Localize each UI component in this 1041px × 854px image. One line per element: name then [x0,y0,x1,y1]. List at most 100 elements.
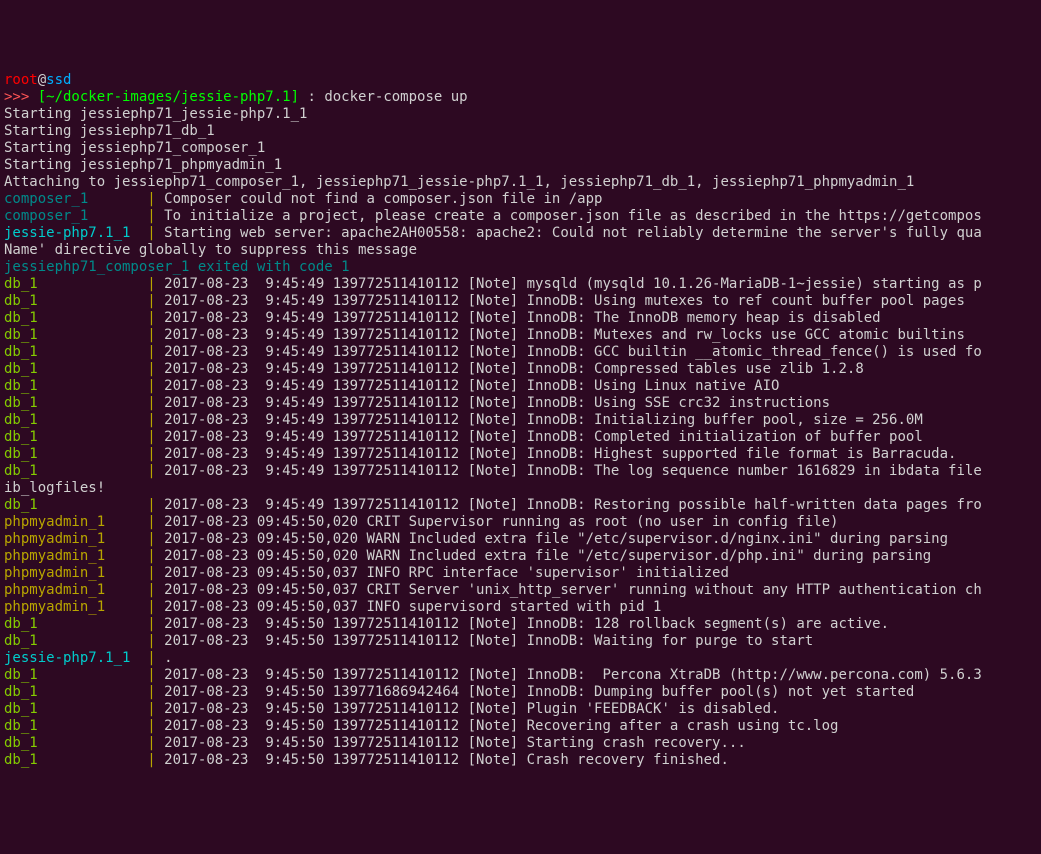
pipe-separator: | [147,276,155,292]
startup-line: Starting jessiephp71_jessie-php7.1_1 [4,106,307,122]
terminal-line: db_1 | 2017-08-23 9:45:49 13977251141011… [4,310,1037,327]
service-name: db_1 [4,463,147,479]
pipe-separator: | [147,701,155,717]
service-name: db_1 [4,701,147,717]
service-name: db_1 [4,378,147,394]
startup-line: Starting jessiephp71_phpmyadmin_1 [4,157,282,173]
terminal-line: phpmyadmin_1 | 2017-08-23 09:45:50,037 I… [4,599,1037,616]
terminal-line: db_1 | 2017-08-23 9:45:49 13977251141011… [4,276,1037,293]
pipe-separator: | [147,378,155,394]
pipe-separator: | [147,735,155,751]
log-message: 2017-08-23 9:45:50 139771686942464 [Note… [164,684,914,700]
service-name: db_1 [4,446,147,462]
log-message: 2017-08-23 9:45:50 139772511410112 [Note… [164,752,729,768]
log-message: 2017-08-23 09:45:50,037 INFO RPC interfa… [164,565,729,581]
terminal-line: db_1 | 2017-08-23 9:45:49 13977251141011… [4,429,1037,446]
terminal-line: db_1 | 2017-08-23 9:45:49 13977251141011… [4,293,1037,310]
log-message: Starting web server: apache2AH00558: apa… [164,225,982,241]
terminal-line: db_1 | 2017-08-23 9:45:49 13977251141011… [4,497,1037,514]
command-input[interactable]: docker-compose up [324,89,467,105]
pipe-separator: | [147,497,155,513]
pipe-separator: | [147,344,155,360]
log-message: 2017-08-23 9:45:50 139772511410112 [Note… [164,616,889,632]
pipe-separator: | [147,191,155,207]
log-message: 2017-08-23 9:45:49 139772511410112 [Note… [164,293,965,309]
pipe-separator: | [147,684,155,700]
terminal-line: Starting jessiephp71_composer_1 [4,140,1037,157]
log-continuation: ib_logfiles! [4,480,105,496]
terminal-line: db_1 | 2017-08-23 9:45:49 13977251141011… [4,446,1037,463]
service-name: db_1 [4,344,147,360]
service-name: db_1 [4,616,147,632]
log-message: 2017-08-23 9:45:50 139772511410112 [Note… [164,667,982,683]
log-message: . [164,650,172,666]
terminal-line: phpmyadmin_1 | 2017-08-23 09:45:50,020 W… [4,531,1037,548]
service-name: phpmyadmin_1 [4,514,147,530]
terminal-line: db_1 | 2017-08-23 9:45:50 13977251141011… [4,633,1037,650]
terminal-line: Attaching to jessiephp71_composer_1, jes… [4,174,1037,191]
terminal-line: db_1 | 2017-08-23 9:45:49 13977251141011… [4,463,1037,480]
pipe-separator: | [147,225,155,241]
log-message: 2017-08-23 9:45:50 139772511410112 [Note… [164,701,779,717]
terminal-line: composer_1 | Composer could not find a c… [4,191,1037,208]
service-name: db_1 [4,718,147,734]
log-message: 2017-08-23 9:45:49 139772511410112 [Note… [164,412,923,428]
pipe-separator: | [147,208,155,224]
terminal-line: Name' directive globally to suppress thi… [4,242,1037,259]
terminal-line: db_1 | 2017-08-23 9:45:49 13977251141011… [4,344,1037,361]
terminal-line: phpmyadmin_1 | 2017-08-23 09:45:50,037 I… [4,565,1037,582]
terminal-line: jessie-php7.1_1 | Starting web server: a… [4,225,1037,242]
log-message: 2017-08-23 9:45:49 139772511410112 [Note… [164,361,864,377]
log-message: 2017-08-23 9:45:50 139772511410112 [Note… [164,633,813,649]
terminal-output[interactable]: root@ssd >>> [~/docker-images/jessie-php… [4,72,1037,769]
terminal-line: db_1 | 2017-08-23 9:45:49 13977251141011… [4,412,1037,429]
log-message: 2017-08-23 9:45:49 139772511410112 [Note… [164,276,982,292]
service-name: db_1 [4,667,147,683]
log-message: 2017-08-23 9:45:49 139772511410112 [Note… [164,463,982,479]
service-name: db_1 [4,752,147,768]
service-name: db_1 [4,684,147,700]
terminal-line: composer_1 | To initialize a project, pl… [4,208,1037,225]
log-message: 2017-08-23 09:45:50,037 CRIT Server 'uni… [164,582,982,598]
terminal-line: db_1 | 2017-08-23 9:45:50 13977251141011… [4,718,1037,735]
terminal-line: Starting jessiephp71_jessie-php7.1_1 [4,106,1037,123]
terminal-line: db_1 | 2017-08-23 9:45:50 13977168694246… [4,684,1037,701]
service-name: phpmyadmin_1 [4,548,147,564]
pipe-separator: | [147,327,155,343]
terminal-line: phpmyadmin_1 | 2017-08-23 09:45:50,020 W… [4,548,1037,565]
service-name: db_1 [4,395,147,411]
service-name: db_1 [4,497,147,513]
exit-status-line: jessiephp71_composer_1 exited with code … [4,259,350,275]
pipe-separator: | [147,667,155,683]
pipe-separator: | [147,582,155,598]
service-name: db_1 [4,310,147,326]
pipe-separator: | [147,293,155,309]
service-name: db_1 [4,412,147,428]
terminal-line: db_1 | 2017-08-23 9:45:50 13977251141011… [4,667,1037,684]
prompt-path: [~/docker-images/jessie-php7.1] [38,89,299,105]
startup-line: Starting jessiephp71_db_1 [4,123,215,139]
pipe-separator: | [147,548,155,564]
service-name: db_1 [4,276,147,292]
log-message: 2017-08-23 09:45:50,020 CRIT Supervisor … [164,514,838,530]
service-name: phpmyadmin_1 [4,599,147,615]
terminal-line: db_1 | 2017-08-23 9:45:49 13977251141011… [4,327,1037,344]
pipe-separator: | [147,599,155,615]
pipe-separator: | [147,412,155,428]
pipe-separator: | [147,395,155,411]
pipe-separator: | [147,514,155,530]
terminal-line: db_1 | 2017-08-23 9:45:50 13977251141011… [4,616,1037,633]
log-message: 2017-08-23 9:45:49 139772511410112 [Note… [164,310,880,326]
service-name: composer_1 [4,191,147,207]
prompt-user: root [4,72,38,88]
terminal-line: db_1 | 2017-08-23 9:45:50 13977251141011… [4,752,1037,769]
log-message: 2017-08-23 9:45:49 139772511410112 [Note… [164,378,779,394]
terminal-line: jessiephp71_composer_1 exited with code … [4,259,1037,276]
terminal-line: phpmyadmin_1 | 2017-08-23 09:45:50,037 C… [4,582,1037,599]
service-name: db_1 [4,361,147,377]
service-name: db_1 [4,327,147,343]
service-name: db_1 [4,633,147,649]
service-name: composer_1 [4,208,147,224]
log-message: Composer could not find a composer.json … [164,191,602,207]
service-name: db_1 [4,293,147,309]
